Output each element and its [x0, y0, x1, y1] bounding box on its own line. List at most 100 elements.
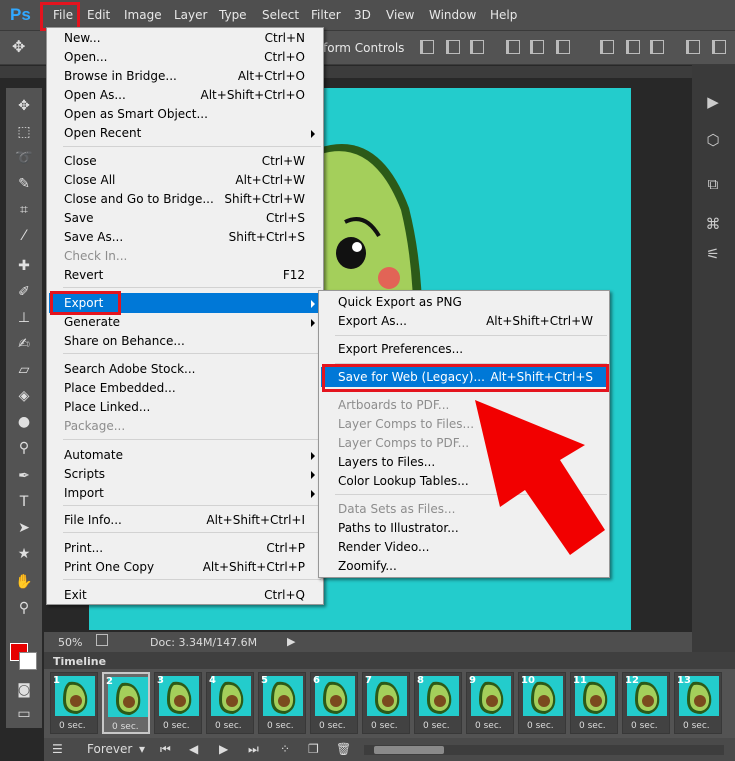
distribute-vcenter-icon[interactable]: [626, 40, 640, 54]
loop-dropdown-icon[interactable]: ▾: [139, 742, 145, 756]
file-menu-item[interactable]: Share on Behance...: [64, 334, 185, 348]
play-animation-icon[interactable]: ▶: [219, 742, 228, 756]
timeline-frame[interactable]: 1 0 sec.: [50, 672, 98, 734]
menu-edit[interactable]: Edit: [87, 8, 110, 22]
trash-icon[interactable]: 🗑: [336, 742, 351, 756]
duplicate-frame-icon[interactable]: ❐: [308, 742, 319, 756]
timeline-frame[interactable]: 8 0 sec.: [414, 672, 462, 734]
history-brush-tool-icon[interactable]: ✍: [12, 334, 36, 354]
timeline-frame[interactable]: 4 0 sec.: [206, 672, 254, 734]
file-menu-item[interactable]: Open As...: [64, 88, 126, 102]
timeline-frame[interactable]: 7 0 sec.: [362, 672, 410, 734]
file-menu-item[interactable]: Check In...: [64, 249, 127, 263]
timeline-scroll-thumb[interactable]: [374, 746, 444, 754]
export-menu-item[interactable]: Save for Web (Legacy)...: [338, 370, 485, 384]
align-vcenter-icon[interactable]: [446, 40, 460, 54]
align-hcenter-icon[interactable]: [530, 40, 544, 54]
crop-tool-icon[interactable]: ⌗: [12, 200, 36, 220]
menu-view[interactable]: View: [386, 8, 414, 22]
file-menu-item[interactable]: New...: [64, 31, 101, 45]
first-frame-icon[interactable]: ⏮: [160, 742, 171, 757]
file-menu-item[interactable]: Place Linked...: [64, 400, 150, 414]
transform-controls-label[interactable]: form Controls: [323, 41, 404, 55]
file-menu-item[interactable]: Export: [64, 296, 103, 310]
pen-tool-icon[interactable]: ✒: [12, 466, 36, 486]
file-menu-item[interactable]: Browse in Bridge...: [64, 69, 177, 83]
frame-delay[interactable]: 0 sec.: [579, 721, 606, 731]
brush-tool-icon[interactable]: ✐: [12, 282, 36, 302]
file-menu-item[interactable]: Save: [64, 211, 93, 225]
distribute-left-icon[interactable]: [686, 40, 700, 54]
lasso-tool-icon[interactable]: ➰: [12, 148, 36, 168]
file-menu-item[interactable]: Scripts: [64, 467, 105, 481]
clone-stamp-tool-icon[interactable]: ⊥: [12, 308, 36, 328]
frame-delay[interactable]: 0 sec.: [163, 721, 190, 731]
file-menu-item[interactable]: Print...: [64, 541, 103, 555]
export-menu-item[interactable]: Layers to Files...: [338, 455, 435, 469]
timeline-frame[interactable]: 6 0 sec.: [310, 672, 358, 734]
file-menu-item[interactable]: File Info...: [64, 513, 122, 527]
eraser-tool-icon[interactable]: ▱: [12, 360, 36, 380]
quick-mask-icon[interactable]: ◙: [12, 680, 36, 700]
3d-icon[interactable]: ⬡: [698, 127, 728, 153]
file-menu-item[interactable]: Automate: [64, 448, 123, 462]
timeline-frame[interactable]: 2 0 sec.: [102, 672, 150, 734]
properties-icon[interactable]: ⚟: [698, 241, 728, 267]
file-menu-item[interactable]: Close and Go to Bridge...: [64, 192, 214, 206]
frame-delay[interactable]: 0 sec.: [59, 721, 86, 731]
frame-delay[interactable]: 0 sec.: [423, 721, 450, 731]
paint-bucket-tool-icon[interactable]: ◈: [12, 386, 36, 406]
share-icon[interactable]: [96, 634, 108, 646]
frame-delay[interactable]: 0 sec.: [527, 721, 554, 731]
export-menu-item[interactable]: Zoomify...: [338, 559, 397, 573]
file-menu-item[interactable]: Import: [64, 486, 104, 500]
file-menu-item[interactable]: Generate: [64, 315, 120, 329]
frame-delay[interactable]: 0 sec.: [371, 721, 398, 731]
timeline-frame[interactable]: 12 0 sec.: [622, 672, 670, 734]
timeline-frame[interactable]: 10 0 sec.: [518, 672, 566, 734]
timeline-scrollbar[interactable]: [364, 745, 724, 755]
frame-delay[interactable]: 0 sec.: [475, 721, 502, 731]
play-icon[interactable]: ▶: [698, 89, 728, 115]
distribute-right-icon[interactable]: [712, 40, 726, 54]
file-menu-item[interactable]: Close: [64, 154, 97, 168]
marquee-tool-icon[interactable]: ⬚: [12, 122, 36, 142]
zoom-tool-icon[interactable]: ⚲: [12, 598, 36, 618]
timeline-frame[interactable]: 13 0 sec.: [674, 672, 722, 734]
export-menu-item[interactable]: Quick Export as PNG: [338, 295, 462, 309]
file-menu-item[interactable]: Search Adobe Stock...: [64, 362, 195, 376]
loop-select[interactable]: Forever: [87, 742, 132, 756]
file-menu-item[interactable]: Open Recent: [64, 126, 141, 140]
adjust-icon[interactable]: ⧉: [698, 171, 728, 197]
file-menu-item[interactable]: Package...: [64, 419, 125, 433]
align-left-icon[interactable]: [506, 40, 520, 54]
next-frame-icon[interactable]: ⏭: [248, 742, 259, 757]
file-menu-item[interactable]: Open...: [64, 50, 108, 64]
frame-delay[interactable]: 0 sec.: [267, 721, 294, 731]
menu-3d[interactable]: 3D: [354, 8, 371, 22]
file-menu-item[interactable]: Print One Copy: [64, 560, 154, 574]
timeline-frame[interactable]: 11 0 sec.: [570, 672, 618, 734]
menu-select[interactable]: Select: [262, 8, 299, 22]
export-menu-item[interactable]: Render Video...: [338, 540, 429, 554]
blur-tool-icon[interactable]: ●: [12, 412, 36, 432]
frame-delay[interactable]: 0 sec.: [215, 721, 242, 731]
export-menu-item[interactable]: Layer Comps to Files...: [338, 417, 474, 431]
dodge-tool-icon[interactable]: ⚲: [12, 438, 36, 458]
background-color-swatch[interactable]: [19, 652, 37, 670]
menu-window[interactable]: Window: [429, 8, 476, 22]
type-tool-icon[interactable]: T: [12, 492, 36, 512]
prev-frame-icon[interactable]: ◀: [189, 742, 198, 756]
eyedropper-tool-icon[interactable]: ⁄: [12, 226, 36, 246]
frame-delay[interactable]: 0 sec.: [631, 721, 658, 731]
menu-filter[interactable]: Filter: [311, 8, 341, 22]
export-menu-item[interactable]: Layer Comps to PDF...: [338, 436, 469, 450]
move-tool-icon[interactable]: ✥: [12, 96, 36, 116]
align-top-icon[interactable]: [420, 40, 434, 54]
menu-type[interactable]: Type: [219, 8, 247, 22]
export-menu-item[interactable]: Paths to Illustrator...: [338, 521, 459, 535]
align-bottom-icon[interactable]: [470, 40, 484, 54]
status-menu-arrow-icon[interactable]: ▶: [287, 635, 295, 648]
quick-select-tool-icon[interactable]: ✎: [12, 174, 36, 194]
file-menu-item[interactable]: Exit: [64, 588, 87, 602]
